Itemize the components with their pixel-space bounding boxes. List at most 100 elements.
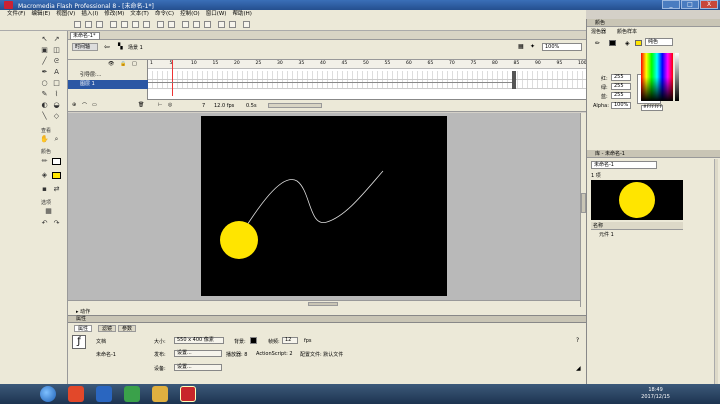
menu-help[interactable]: 帮助(H) bbox=[229, 10, 254, 19]
prop-tab-properties[interactable]: 属性 bbox=[74, 325, 93, 332]
color-tab-swatches[interactable]: 颜色样本 bbox=[617, 28, 637, 35]
print-icon[interactable] bbox=[110, 21, 117, 28]
save-icon[interactable] bbox=[96, 21, 103, 28]
library-doc-select[interactable]: 未命名-1 bbox=[591, 161, 657, 169]
lasso-tool-icon[interactable]: ᘓ bbox=[52, 57, 61, 66]
paste-icon[interactable] bbox=[143, 21, 150, 28]
stage-hscroll[interactable] bbox=[68, 300, 580, 307]
menu-edit[interactable]: 编辑(E) bbox=[28, 10, 53, 19]
timeline-hscroll[interactable] bbox=[268, 103, 322, 108]
selection-tool-icon[interactable]: ↖ bbox=[40, 35, 49, 44]
library-item-row[interactable]: 元件 1 bbox=[591, 231, 683, 239]
layer-1-row[interactable]: 图层 1 bbox=[68, 80, 148, 89]
start-button[interactable] bbox=[40, 386, 56, 402]
publish-settings-button[interactable]: 设置... bbox=[174, 350, 222, 357]
taskbar-app-1[interactable] bbox=[68, 386, 84, 402]
rectangle-tool-icon[interactable]: □ bbox=[52, 79, 61, 88]
eyedropper-icon[interactable]: ╲ bbox=[40, 112, 49, 121]
taskbar-app-2[interactable] bbox=[96, 386, 112, 402]
add-guide-icon[interactable]: ⌒ bbox=[82, 102, 87, 109]
prop-tab-parameters[interactable]: 参数 bbox=[118, 325, 137, 332]
yellow-ball[interactable] bbox=[220, 221, 258, 259]
close-button[interactable]: X bbox=[700, 0, 718, 9]
eraser-icon[interactable]: ◇ bbox=[52, 112, 61, 121]
timeline-toggle-button[interactable]: 时间轴 bbox=[72, 43, 98, 51]
hand-tool-icon[interactable]: ✋ bbox=[40, 135, 49, 144]
menu-file[interactable]: 文件(F) bbox=[4, 10, 28, 19]
copy-icon[interactable] bbox=[132, 21, 139, 28]
straighten-option-icon[interactable]: ↷ bbox=[52, 219, 61, 228]
delete-layer-icon[interactable]: 🗑 bbox=[138, 102, 144, 108]
align-icon[interactable] bbox=[243, 21, 250, 28]
red-input[interactable]: 255 bbox=[611, 74, 631, 81]
taskbar-folder[interactable] bbox=[152, 386, 168, 402]
straighten-icon[interactable] bbox=[204, 21, 211, 28]
fill-swatch[interactable] bbox=[52, 172, 61, 179]
stage[interactable] bbox=[201, 116, 447, 296]
back-arrow-icon[interactable]: ⇦ bbox=[104, 43, 110, 51]
eye-icon[interactable]: 👁 bbox=[108, 61, 114, 67]
size-button[interactable]: 550 x 400 像素 bbox=[174, 337, 224, 344]
end-keyframe[interactable] bbox=[512, 71, 516, 89]
brush-tool-icon[interactable]: ⌇ bbox=[52, 90, 61, 99]
menu-view[interactable]: 视图(V) bbox=[53, 10, 78, 19]
library-panel-header[interactable]: 库 - 未命名-1 bbox=[587, 150, 720, 158]
library-scrollbar[interactable] bbox=[714, 159, 718, 384]
guide-layer-frames[interactable] bbox=[148, 71, 586, 80]
fill-bucket-icon[interactable]: ◈ bbox=[625, 40, 630, 47]
outline-icon[interactable]: □ bbox=[132, 61, 137, 67]
system-clock[interactable]: 18:49 2017/12/15 bbox=[641, 387, 670, 401]
taskbar-flash[interactable] bbox=[180, 386, 196, 402]
swap-colors-icon[interactable]: ⇄ bbox=[52, 185, 61, 194]
insert-layer-icon[interactable]: ⊕ bbox=[72, 102, 76, 108]
undo-icon[interactable] bbox=[157, 21, 164, 28]
prop-tab-filters[interactable]: 滤镜 bbox=[98, 325, 117, 332]
pencil-tool-icon[interactable]: ✎ bbox=[40, 90, 49, 99]
actions-bar[interactable]: ▸ 动作 bbox=[68, 307, 586, 315]
menu-commands[interactable]: 命令(C) bbox=[152, 10, 177, 19]
color-tab-mixer[interactable]: 混色器 bbox=[591, 28, 606, 35]
stroke-swatch[interactable] bbox=[52, 158, 61, 165]
rotate-icon[interactable] bbox=[218, 21, 225, 28]
blue-input[interactable]: 255 bbox=[611, 92, 631, 99]
oval-tool-icon[interactable]: ○ bbox=[40, 79, 49, 88]
menu-control[interactable]: 控制(O) bbox=[177, 10, 203, 19]
motion-guide-path[interactable] bbox=[235, 170, 384, 243]
text-tool-icon[interactable]: A bbox=[52, 68, 61, 77]
ink-bottle-icon[interactable]: ◐ bbox=[40, 101, 49, 110]
onion-skin-icon[interactable]: ◎ bbox=[168, 102, 172, 108]
edit-scene-icon[interactable]: ▦ bbox=[518, 43, 524, 50]
menu-insert[interactable]: 插入(I) bbox=[78, 10, 101, 19]
black-white-icon[interactable]: ▪ bbox=[40, 185, 49, 194]
snap-to-objects-icon[interactable]: ▦ bbox=[44, 207, 53, 216]
new-file-icon[interactable] bbox=[74, 21, 81, 28]
snap-icon[interactable] bbox=[182, 21, 189, 28]
brightness-slider[interactable] bbox=[675, 53, 679, 101]
subselection-tool-icon[interactable]: ↗ bbox=[52, 35, 61, 44]
library-name-column[interactable]: 名称 bbox=[591, 222, 683, 230]
stroke-color-swatch[interactable] bbox=[609, 40, 616, 46]
minimize-button[interactable]: _ bbox=[662, 0, 680, 9]
edit-symbol-icon[interactable]: ✦ bbox=[530, 43, 535, 50]
zoom-tool-icon[interactable]: ⌕ bbox=[52, 135, 61, 144]
fill-color-swatch[interactable] bbox=[635, 40, 642, 46]
device-settings-button[interactable]: 设置... bbox=[174, 364, 222, 371]
menu-window[interactable]: 窗口(W) bbox=[203, 10, 230, 19]
smooth-icon[interactable] bbox=[193, 21, 200, 28]
guide-layer-row[interactable]: 引导层:... bbox=[68, 71, 148, 80]
fill-color-icon[interactable]: ◈ bbox=[40, 171, 49, 180]
playhead[interactable] bbox=[172, 60, 173, 96]
maximize-button[interactable]: □ bbox=[681, 0, 699, 9]
frame-ruler[interactable]: 1 5 10 15 20 25 30 35 40 45 50 55 60 65 70 75 80 85 90 95 10… bbox=[148, 60, 587, 69]
scale-icon[interactable] bbox=[229, 21, 236, 28]
insert-folder-icon[interactable]: ▭ bbox=[92, 102, 97, 108]
bg-color-swatch[interactable] bbox=[250, 337, 257, 344]
stroke-color-icon[interactable]: ✏ bbox=[40, 157, 49, 166]
fill-type-select[interactable]: 纯色 bbox=[645, 38, 673, 46]
green-input[interactable]: 255 bbox=[611, 83, 631, 90]
menu-text[interactable]: 文本(T) bbox=[127, 10, 152, 19]
free-transform-icon[interactable]: ▣ bbox=[40, 46, 49, 55]
pen-tool-icon[interactable]: ✒ bbox=[40, 68, 49, 77]
document-tab[interactable]: 未命名-1* bbox=[70, 32, 100, 40]
lock-icon[interactable]: 🔒 bbox=[120, 61, 126, 67]
